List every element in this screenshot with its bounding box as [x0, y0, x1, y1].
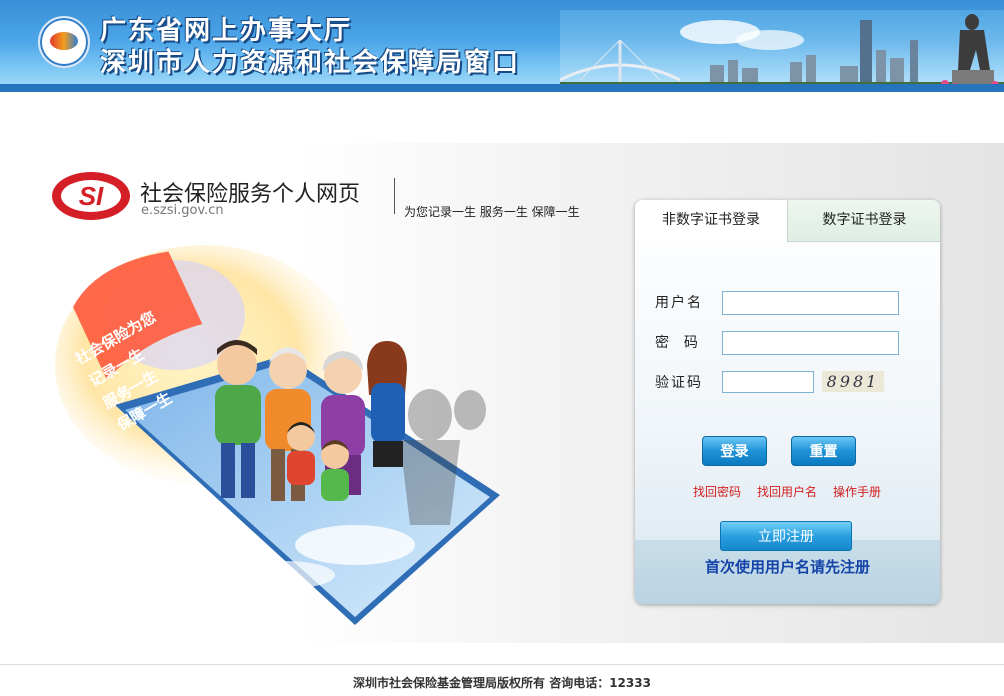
tab-non-certificate-login[interactable]: 非数字证书登录: [635, 200, 787, 241]
si-logo-text: SI: [79, 181, 104, 211]
captcha-image[interactable]: 8981: [822, 371, 884, 392]
header-banner: 广东省网上办事大厅 深圳市人力资源和社会保障局窗口: [0, 0, 1004, 92]
site-domain: e.szsi.gov.cn: [141, 203, 224, 218]
register-button[interactable]: 立即注册: [720, 521, 852, 551]
title-divider: [394, 178, 395, 214]
captcha-input[interactable]: [722, 371, 814, 393]
login-panel: 非数字证书登录 数字证书登录 用户名 密 码 验证码 8981 登录 重置 找回…: [635, 200, 940, 604]
user-manual-link[interactable]: 操作手册: [833, 483, 881, 500]
banner-subtitle: 深圳市人力资源和社会保障局窗口: [100, 48, 521, 78]
register-hint: 首次使用用户名请先注册: [704, 558, 870, 576]
login-button[interactable]: 登录: [702, 436, 767, 466]
username-label: 用户名: [655, 295, 703, 311]
family-illustration: 社会保险为您 记录一生 服务一生 保障一生: [55, 245, 500, 625]
username-input[interactable]: [722, 291, 899, 315]
reset-button[interactable]: 重置: [791, 436, 856, 466]
footer-copyright: 深圳市社会保险基金管理局版权所有 咨询电话：12333: [353, 676, 651, 690]
forgot-username-link[interactable]: 找回用户名: [757, 483, 817, 500]
forgot-password-link[interactable]: 找回密码: [693, 483, 741, 500]
password-label: 密 码: [655, 335, 700, 351]
site-slogan: 为您记录一生 服务一生 保障一生: [404, 205, 580, 219]
gov-emblem-icon: [38, 16, 90, 68]
banner-bottom-strip: [0, 84, 1004, 92]
footer-divider: [0, 664, 1004, 665]
si-logo-icon: SI: [52, 172, 130, 220]
password-input[interactable]: [722, 331, 899, 355]
city-skyline-image: [560, 10, 1004, 90]
tab-certificate-login[interactable]: 数字证书登录: [787, 200, 940, 242]
captcha-label: 验证码: [655, 375, 703, 391]
